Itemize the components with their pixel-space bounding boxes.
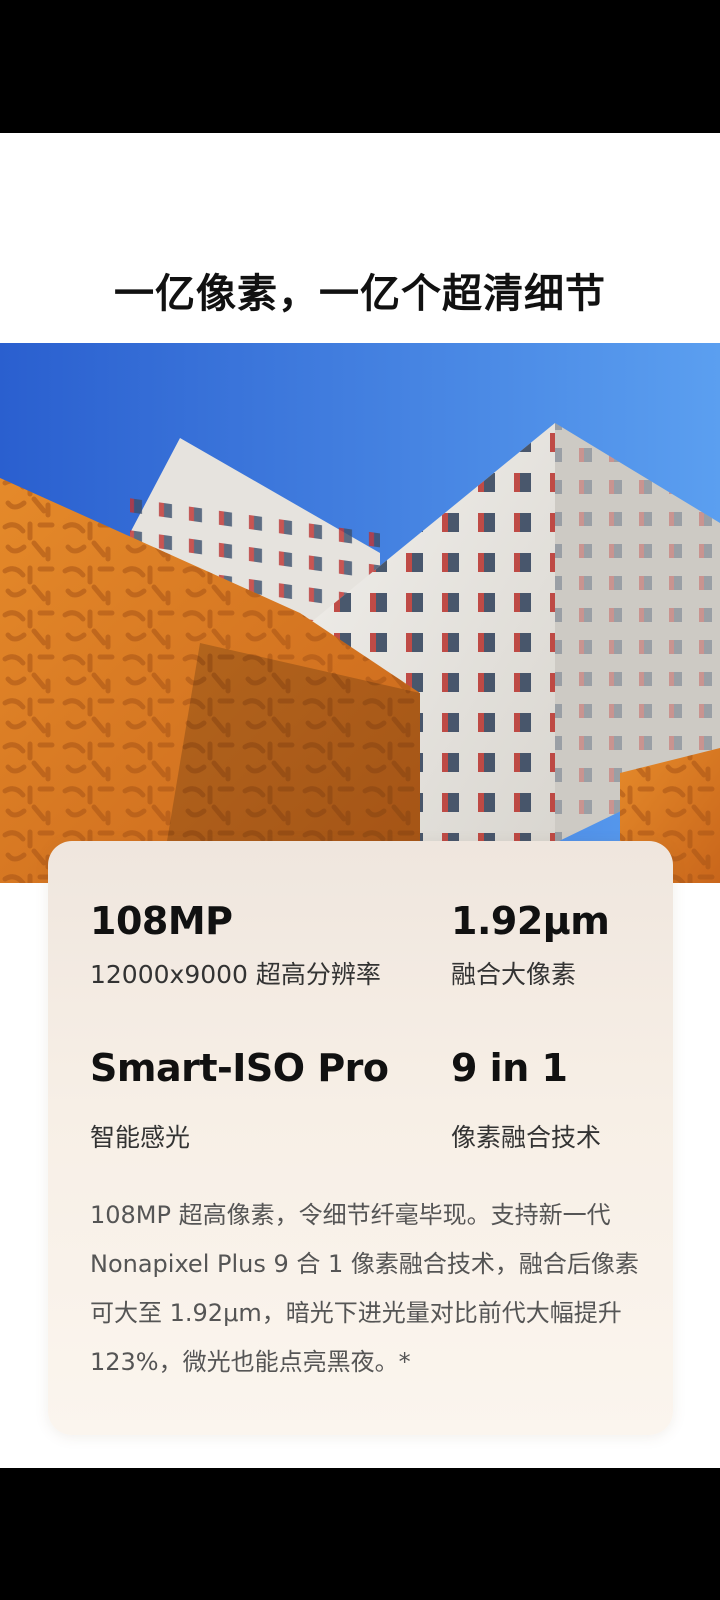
spec-value: 108MP	[90, 899, 233, 943]
spec-value: 1.92μm	[451, 899, 610, 943]
spec-resolution: 108MP 12000x9000 超高分辨率	[90, 899, 381, 991]
spec-label: 像素融合技术	[451, 1123, 602, 1152]
spec-label: 智能感光	[90, 1123, 191, 1152]
spec-value: 9 in 1	[451, 1046, 568, 1090]
camera-spec-card: 108MP 12000x9000 超高分辨率 1.92μm 融合大像素 Smar…	[48, 841, 673, 1435]
product-feature-section: 一亿像素，一亿个超清细节 108MP 12000x9000 超高分辨率 1.92…	[0, 133, 720, 1468]
building-photo	[0, 343, 720, 883]
page-title: 一亿像素，一亿个超清细节	[114, 271, 606, 317]
spec-binning: 9 in 1 像素融合技术	[451, 1046, 601, 1154]
spec-label: 融合大像素	[451, 960, 577, 989]
bottom-black-bar	[0, 1468, 720, 1600]
feature-description: 108MP 超高像素，令细节纤毫毕现。支持新一代 Nonapixel Plus …	[90, 1201, 639, 1376]
top-black-bar	[0, 0, 720, 133]
spec-label: 12000x9000 超高分辨率	[90, 960, 381, 989]
spec-value: Smart-ISO Pro	[90, 1046, 389, 1090]
spec-smart-iso: Smart-ISO Pro 智能感光	[90, 1046, 389, 1154]
spec-pixel-size: 1.92μm 融合大像素	[451, 899, 610, 991]
